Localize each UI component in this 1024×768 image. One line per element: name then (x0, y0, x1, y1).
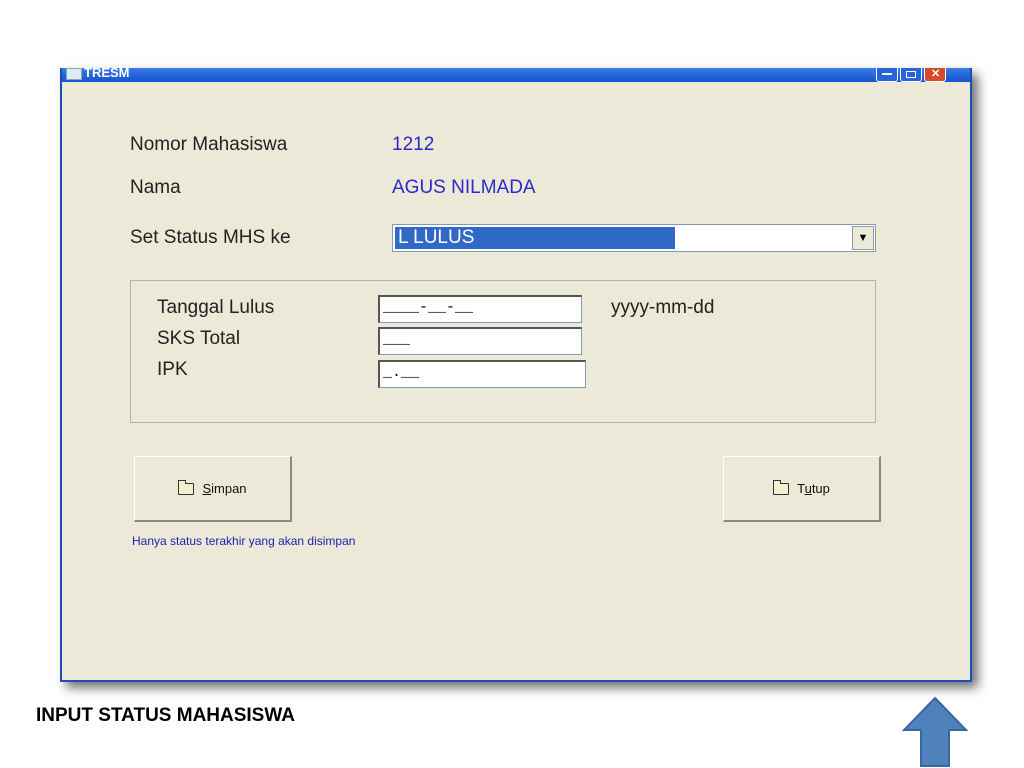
tutup-label-prefix: T (797, 481, 805, 496)
date-format-hint: yyyy-mm-dd (611, 297, 715, 318)
ipk-field[interactable]: _.__ (378, 360, 586, 388)
close-icon: ✕ (931, 68, 941, 80)
save-note: Hanya status terakhir yang akan disimpan (132, 534, 356, 548)
tanggal-lulus-label: Tanggal Lulus (157, 297, 275, 318)
close-button[interactable]: ✕ (924, 68, 946, 82)
folder-icon (178, 479, 195, 495)
tutup-label-rest: tup (811, 481, 830, 496)
minimize-button[interactable] (876, 68, 898, 82)
app-window: TRESM ✕ Nomor Mahasiswa 1212 Nama AGUS N… (60, 68, 972, 682)
folder-icon (773, 479, 790, 495)
slide-caption: INPUT STATUS MAHASISWA (36, 705, 295, 726)
sks-total-label: SKS Total (157, 328, 241, 349)
chevron-down-icon[interactable]: ▼ (852, 226, 874, 250)
simpan-button-label: Simpan (202, 481, 246, 496)
up-arrow-icon (902, 696, 968, 767)
nama-value: AGUS NILMADA (392, 177, 536, 198)
status-dropdown[interactable]: L LULUS ▼ (392, 224, 876, 252)
lulus-details-group: Tanggal Lulus ____-__-__ yyyy-mm-dd SKS … (130, 280, 876, 423)
app-icon (66, 68, 82, 80)
status-label: Set Status MHS ke (130, 227, 291, 248)
nama-label: Nama (130, 177, 181, 198)
nomor-mahasiswa-value: 1212 (392, 134, 435, 155)
status-selected-value: L LULUS (395, 227, 675, 249)
tutup-button[interactable]: Tutup (723, 456, 881, 522)
sks-total-field[interactable]: ___ (378, 327, 582, 355)
tanggal-lulus-field[interactable]: ____-__-__ (378, 295, 582, 323)
maximize-icon (906, 71, 916, 78)
nomor-mahasiswa-label: Nomor Mahasiswa (130, 134, 288, 155)
tutup-button-label: Tutup (797, 481, 830, 496)
simpan-label-rest: impan (211, 481, 247, 496)
window-title: TRESM (84, 68, 130, 80)
simpan-button[interactable]: Simpan (134, 456, 292, 522)
simpan-label-accesskey: S (202, 481, 212, 496)
maximize-button[interactable] (900, 68, 922, 82)
ipk-label: IPK (157, 359, 188, 380)
minimize-icon (882, 73, 892, 75)
tutup-label-accesskey: u (804, 481, 812, 496)
title-bar[interactable]: TRESM ✕ (62, 68, 970, 82)
